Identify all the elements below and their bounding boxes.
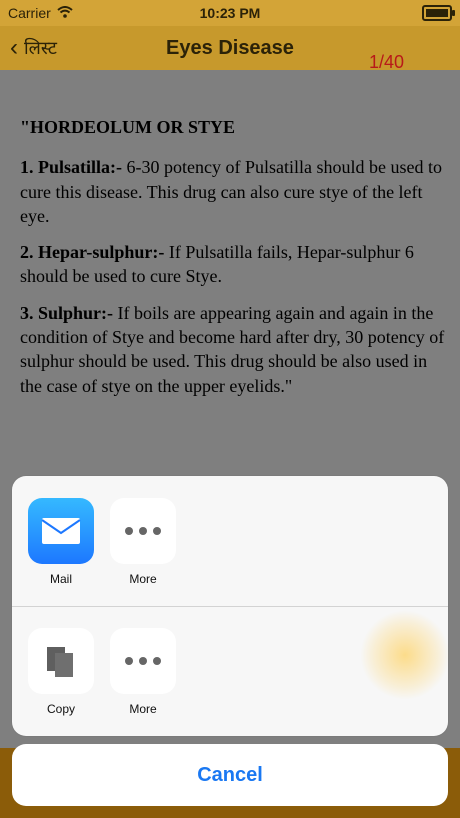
- battery-indicator: [422, 5, 455, 21]
- share-item-more-actions[interactable]: More: [110, 628, 176, 716]
- navigation-bar: ‹ लिस्ट Eyes Disease 1/40: [0, 26, 460, 72]
- article-heading: "HORDEOLUM OR STYE: [20, 117, 236, 137]
- share-item-mail-label: Mail: [49, 572, 72, 586]
- share-row-apps: Mail More: [12, 476, 448, 607]
- article-paragraph-1: 1. Pulsatilla:- 6-30 potency of Pulsatil…: [20, 155, 448, 228]
- decorative-glow: [360, 610, 450, 700]
- battery-icon: [422, 5, 455, 21]
- share-item-copy[interactable]: Copy: [28, 628, 94, 716]
- article-paragraph-3: 3. Sulphur:- If boils are appearing agai…: [20, 301, 448, 398]
- mail-icon[interactable]: [28, 498, 94, 564]
- status-time: 10:23 PM: [199, 5, 261, 21]
- copy-icon[interactable]: [28, 628, 94, 694]
- share-sheet: Mail More Copy More: [12, 476, 448, 736]
- share-item-more-apps-label: More: [129, 572, 157, 586]
- paragraph-2-title: 2. Hepar-sulphur:-: [20, 242, 165, 263]
- more-icon[interactable]: [110, 498, 176, 564]
- article-paragraph-2: 2. Hepar-sulphur:- If Pulsatilla fails, …: [20, 240, 448, 289]
- paragraph-3-title: 3. Sulphur:-: [20, 302, 114, 323]
- cancel-button[interactable]: Cancel: [12, 744, 448, 806]
- share-item-more-actions-label: More: [129, 702, 157, 716]
- share-item-copy-label: Copy: [46, 702, 75, 716]
- more-icon[interactable]: [110, 628, 176, 694]
- paragraph-1-title: 1. Pulsatilla:-: [20, 157, 122, 178]
- status-bar: Carrier 10:23 PM: [0, 0, 460, 26]
- article-body: "HORDEOLUM OR STYE 1. Pulsatilla:- 6-30 …: [20, 115, 448, 410]
- share-item-more-apps[interactable]: More: [110, 498, 176, 586]
- share-item-mail[interactable]: Mail: [28, 498, 94, 586]
